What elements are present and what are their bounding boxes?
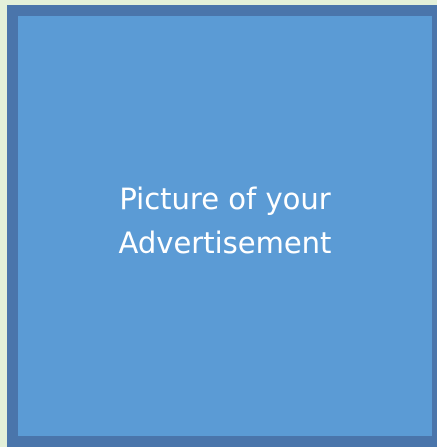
advertisement-text-line-2: Advertisement: [118, 226, 332, 260]
advertisement-text: Picture of your Advertisement: [119, 177, 332, 265]
advertisement-area: Picture of your Advertisement: [18, 16, 432, 436]
advertisement-text-line-1: Picture of your: [119, 181, 331, 216]
advertisement-placeholder[interactable]: Picture of your Advertisement: [7, 5, 437, 447]
